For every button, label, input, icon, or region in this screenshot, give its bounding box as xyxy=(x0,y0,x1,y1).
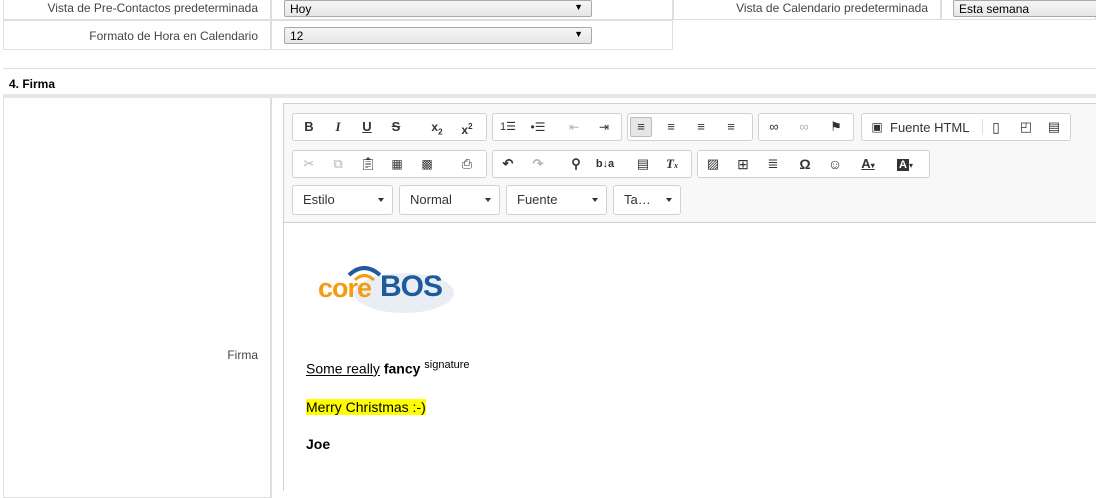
smiley-icon[interactable]: ☺ xyxy=(824,154,846,174)
redo-icon[interactable]: ↷ xyxy=(527,154,549,174)
select-all-icon[interactable]: ▤ xyxy=(632,154,654,174)
paste-text-icon[interactable]: ▦ xyxy=(386,154,408,174)
special-char-icon[interactable]: Ω xyxy=(794,154,816,174)
align-center-icon[interactable]: ≡ xyxy=(660,117,682,137)
hour-format-selected: 12 xyxy=(290,29,304,43)
toolbar-separator xyxy=(982,119,983,135)
text-color-icon[interactable]: A▾ xyxy=(854,154,882,174)
underlined-text: Some really xyxy=(306,360,380,377)
subscript-icon[interactable]: x2 xyxy=(426,117,448,137)
strikethrough-icon[interactable]: S xyxy=(385,117,407,137)
caret-down-icon xyxy=(666,198,672,202)
indent-icon[interactable]: ⇥ xyxy=(593,117,615,137)
hour-format-select[interactable]: 12 ▼ xyxy=(284,27,592,44)
anchor-icon[interactable]: ⚑ xyxy=(825,117,847,137)
underline-icon[interactable]: U xyxy=(356,117,378,137)
font-combo-label: Fuente xyxy=(517,192,558,207)
calendar-view-select[interactable]: Esta semana xyxy=(953,0,1096,17)
cut-icon[interactable]: ✂ xyxy=(298,154,320,174)
caret-down-icon xyxy=(485,198,491,202)
document-group: ▣ Fuente HTML ▯ ◰ ▤ xyxy=(861,113,1071,141)
logo-core-text: core xyxy=(318,273,372,303)
signature-line-1: Some really fancy signature xyxy=(306,359,470,377)
bold-text: fancy xyxy=(383,360,421,377)
link-group: ∞ ∞ ⚑ xyxy=(758,113,854,141)
hour-format-value-cell: 12 ▼ xyxy=(271,20,673,50)
size-combo[interactable]: Ta… xyxy=(613,185,681,215)
format-combo-label: Normal xyxy=(410,192,452,207)
bulleted-list-icon[interactable]: •☰ xyxy=(527,117,549,137)
source-button-label[interactable]: Fuente HTML xyxy=(890,120,969,135)
section-header: 4. Firma xyxy=(3,68,1096,98)
signature-label-cell: Firma xyxy=(3,98,271,498)
corebos-logo: core BOS xyxy=(312,253,457,315)
remove-format-icon[interactable]: Tx xyxy=(661,154,683,174)
signature-label: Firma xyxy=(227,348,258,362)
precontacts-view-selected: Hoy xyxy=(290,2,312,16)
style-combo-label: Estilo xyxy=(303,192,335,207)
signature-line-3: Joe xyxy=(306,436,330,452)
paste-word-icon[interactable]: ▩ xyxy=(416,154,438,174)
link-icon[interactable]: ∞ xyxy=(763,117,785,137)
editing-group: ↶ ↷ ⚲ b↓a ▤ Tx xyxy=(492,150,692,178)
rich-text-editor: B I U S x2 x2 1☰ •☰ ⇤ ⇥ ≡ ≡ ≡ ≡ ∞ ∞ ⚑ ▣ … xyxy=(283,103,1096,491)
signer-name: Joe xyxy=(306,436,331,452)
format-combo[interactable]: Normal xyxy=(399,185,500,215)
caret-down-icon xyxy=(378,198,384,202)
caret-down-icon xyxy=(592,198,598,202)
calendar-view-selected: Esta semana xyxy=(959,2,1030,16)
superscript-icon[interactable]: x2 xyxy=(456,117,478,137)
unlink-icon[interactable]: ∞ xyxy=(793,117,815,137)
highlighted-text: Merry Christmas :-) xyxy=(306,399,426,415)
signature-line-2: Merry Christmas :-) xyxy=(306,399,426,415)
italic-icon[interactable]: I xyxy=(327,117,349,137)
calendar-view-value-cell: Esta semana xyxy=(941,0,1096,20)
calendar-view-label-cell: Vista de Calendario predeterminada xyxy=(673,0,941,20)
precontacts-view-label: Vista de Pre-Contactos predeterminada xyxy=(47,1,258,15)
clipboard-group: ✂ ⧉ 📋︎ ▦ ▩ ⎙ xyxy=(292,150,487,178)
insert-group: ▨ ⊞ ≣ Ω ☺ A▾ A ▾ xyxy=(697,150,930,178)
copy-icon[interactable]: ⧉ xyxy=(327,154,349,174)
hour-format-label-cell: Formato de Hora en Calendario xyxy=(3,20,271,50)
precontacts-view-select[interactable]: Hoy ▼ xyxy=(284,0,592,17)
dropdown-arrow-icon: ▼ xyxy=(574,2,583,12)
bold-icon[interactable]: B xyxy=(298,117,320,137)
table-icon[interactable]: ⊞ xyxy=(732,154,754,174)
horizontal-rule-icon[interactable]: ≣ xyxy=(762,154,784,174)
font-combo[interactable]: Fuente xyxy=(506,185,607,215)
find-icon[interactable]: ⚲ xyxy=(565,154,587,174)
bg-color-icon[interactable]: A ▾ xyxy=(890,154,920,174)
replace-icon[interactable]: b↓a xyxy=(594,154,616,174)
alignment-group: ≡ ≡ ≡ ≡ xyxy=(627,113,753,141)
editor-content[interactable]: core BOS Some really fancy signature Mer… xyxy=(284,223,1096,491)
basic-styles-group: B I U S x2 x2 xyxy=(292,113,487,141)
justify-icon[interactable]: ≡ xyxy=(720,117,742,137)
dropdown-arrow-icon: ▼ xyxy=(574,29,583,39)
align-right-icon[interactable]: ≡ xyxy=(690,117,712,137)
editor-toolbar: B I U S x2 x2 1☰ •☰ ⇤ ⇥ ≡ ≡ ≡ ≡ ∞ ∞ ⚑ ▣ … xyxy=(284,104,1096,223)
align-left-icon[interactable]: ≡ xyxy=(630,117,652,137)
section-title: 4. Firma xyxy=(9,77,56,91)
superscript-text: signature xyxy=(424,359,470,371)
style-combo[interactable]: Estilo xyxy=(292,185,393,215)
outdent-icon[interactable]: ⇤ xyxy=(563,117,585,137)
precontacts-view-label-cell: Vista de Pre-Contactos predeterminada xyxy=(3,0,271,20)
precontacts-view-value-cell: Hoy ▼ xyxy=(271,0,673,20)
numbered-list-icon[interactable]: 1☰ xyxy=(497,117,519,137)
print-icon[interactable]: ⎙ xyxy=(456,154,478,174)
new-page-icon[interactable]: ▯ xyxy=(985,117,1007,137)
undo-icon[interactable]: ↶ xyxy=(497,154,519,174)
paste-icon[interactable]: 📋︎ xyxy=(357,154,379,174)
logo-bos-text: BOS xyxy=(380,270,443,303)
calendar-view-label: Vista de Calendario predeterminada xyxy=(736,1,928,15)
hour-format-label: Formato de Hora en Calendario xyxy=(89,29,258,43)
preview-icon[interactable]: ◰ xyxy=(1015,117,1037,137)
size-combo-label: Ta… xyxy=(624,192,651,207)
templates-icon[interactable]: ▤ xyxy=(1043,117,1065,137)
image-icon[interactable]: ▨ xyxy=(702,154,724,174)
list-indent-group: 1☰ •☰ ⇤ ⇥ xyxy=(492,113,622,141)
source-icon[interactable]: ▣ xyxy=(866,117,888,137)
